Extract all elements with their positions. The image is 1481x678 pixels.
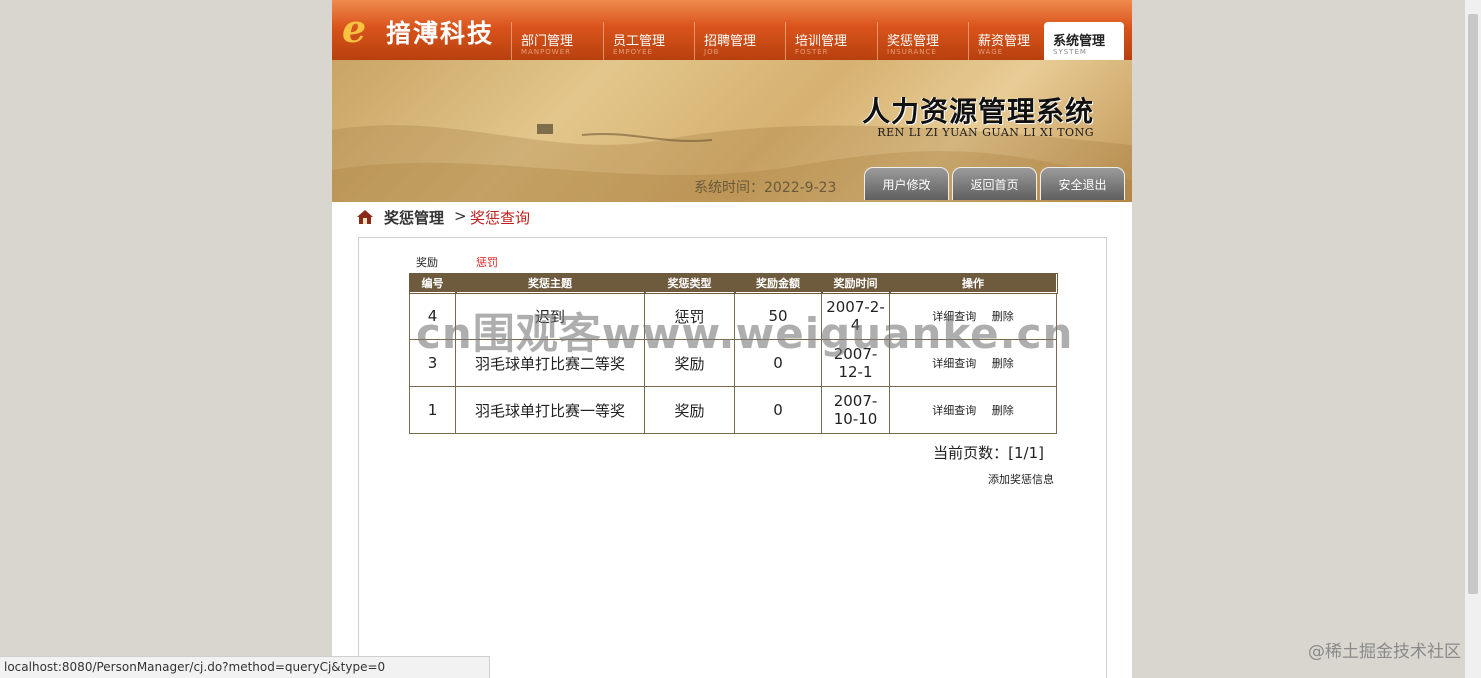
brand-name: 揞溥科技 <box>386 19 495 48</box>
cell-amount: 50 <box>734 292 822 340</box>
column-header: 奖励时间 <box>820 272 891 294</box>
cell-actions: 详细查询 删除 <box>889 386 1057 434</box>
top-nav-bar: e 揞溥科技 部门管理 MANPOWER 员工管理 EMPOYEE 招聘管理 J… <box>332 0 1132 60</box>
nav-item-rewards[interactable]: 奖惩管理 INSURANCE <box>877 22 967 60</box>
delete-link[interactable]: 删除 <box>992 310 1014 323</box>
nav-item-system[interactable]: 系统管理 SYSTEM <box>1044 22 1124 60</box>
cell-type: 奖励 <box>644 339 735 387</box>
back-home-button[interactable]: 返回首页 <box>952 167 1037 200</box>
breadcrumb-section[interactable]: 奖惩管理 <box>384 207 444 228</box>
nav-label: 培训管理 <box>795 34 848 49</box>
content-panel: 奖励 惩罚 编号 奖惩主题 奖惩类型 奖励金额 奖励时间 操作 4 迟到 惩罚 … <box>358 237 1107 678</box>
cell-time: 2007-2-4 <box>821 292 890 340</box>
cell-subject: 迟到 <box>455 292 645 340</box>
filter-reward-link[interactable]: 奖励 <box>416 254 438 270</box>
banner: 人力资源管理系统 REN LI ZI YUAN GUAN LI XI TONG … <box>332 60 1132 202</box>
table-row: 1 羽毛球单打比赛一等奖 奖励 0 2007-10-10 详细查询 删除 <box>409 386 1057 434</box>
column-header: 奖励金额 <box>733 272 823 294</box>
nav-label: 薪资管理 <box>978 34 1031 49</box>
nav-item-recruit[interactable]: 招聘管理 JOB <box>694 22 784 60</box>
nav-sublabel: SYSTEM <box>1053 48 1087 56</box>
delete-link[interactable]: 删除 <box>992 357 1014 370</box>
nav-item-training[interactable]: 培训管理 FOSTER <box>785 22 875 60</box>
cell-subject: 羽毛球单打比赛一等奖 <box>455 386 645 434</box>
cell-type: 惩罚 <box>644 292 735 340</box>
table-header-row: 编号 奖惩主题 奖惩类型 奖励金额 奖励时间 操作 <box>408 272 1058 294</box>
system-title: 人力资源管理系统 <box>861 95 1094 128</box>
column-header: 奖惩主题 <box>454 272 646 294</box>
cell-amount: 0 <box>734 386 822 434</box>
nav-sublabel: INSURANCE <box>887 48 937 56</box>
table-row: 3 羽毛球单打比赛二等奖 奖励 0 2007-12-1 详细查询 删除 <box>409 339 1057 387</box>
cell-id: 3 <box>409 339 456 387</box>
nav-label: 部门管理 <box>521 34 574 49</box>
corner-watermark: @稀土掘金技术社区 <box>1308 642 1461 662</box>
nav-item-employee[interactable]: 员工管理 EMPOYEE <box>603 22 693 60</box>
home-icon <box>357 210 373 224</box>
app-page: e 揞溥科技 部门管理 MANPOWER 员工管理 EMPOYEE 招聘管理 J… <box>332 0 1132 678</box>
cell-id: 1 <box>409 386 456 434</box>
rewards-table: 编号 奖惩主题 奖惩类型 奖励金额 奖励时间 操作 4 迟到 惩罚 50 200… <box>408 272 1058 434</box>
cell-actions: 详细查询 删除 <box>889 339 1057 387</box>
pagination-info: 当前页数：[1/1] <box>933 444 1044 462</box>
vertical-scrollbar[interactable] <box>1465 0 1481 678</box>
cell-time: 2007-10-10 <box>821 386 890 434</box>
nav-sublabel: JOB <box>704 48 720 56</box>
detail-link[interactable]: 详细查询 <box>932 310 976 323</box>
filter-punish-link[interactable]: 惩罚 <box>476 254 498 270</box>
logo-icon: e <box>342 6 367 51</box>
nav-sublabel: FOSTER <box>795 48 829 56</box>
delete-link[interactable]: 删除 <box>992 404 1014 417</box>
cell-time: 2007-12-1 <box>821 339 890 387</box>
nav-sublabel: EMPOYEE <box>613 48 653 56</box>
cell-type: 奖励 <box>644 386 735 434</box>
edit-user-button[interactable]: 用户修改 <box>864 167 949 200</box>
breadcrumb-current: 奖惩查询 <box>470 209 531 227</box>
system-subtitle: REN LI ZI YUAN GUAN LI XI TONG <box>877 126 1094 139</box>
nav-label: 招聘管理 <box>704 34 757 49</box>
column-header: 奖惩类型 <box>643 272 736 294</box>
nav-sublabel: WAGE <box>978 48 1004 56</box>
table-row: 4 迟到 惩罚 50 2007-2-4 详细查询 删除 <box>409 292 1057 340</box>
cell-id: 4 <box>409 292 456 340</box>
cell-actions: 详细查询 删除 <box>889 292 1057 340</box>
cell-amount: 0 <box>734 339 822 387</box>
detail-link[interactable]: 详细查询 <box>932 404 976 417</box>
nav-label: 系统管理 <box>1053 34 1106 49</box>
logout-button[interactable]: 安全退出 <box>1040 167 1125 200</box>
system-time: 系统时间：2022-9-23 <box>694 180 837 196</box>
add-reward-link[interactable]: 添加奖惩信息 <box>988 471 1054 487</box>
nav-label: 员工管理 <box>613 34 666 49</box>
nav-sublabel: MANPOWER <box>521 48 572 56</box>
status-bar-url: localhost:8080/PersonManager/cj.do?metho… <box>0 656 490 678</box>
nav-label: 奖惩管理 <box>887 34 940 49</box>
cell-subject: 羽毛球单打比赛二等奖 <box>455 339 645 387</box>
scrollbar-thumb[interactable] <box>1468 14 1478 594</box>
breadcrumb-separator: > <box>454 207 467 225</box>
nav-item-department[interactable]: 部门管理 MANPOWER <box>511 22 601 60</box>
column-header: 编号 <box>408 272 457 294</box>
detail-link[interactable]: 详细查询 <box>932 357 976 370</box>
column-header: 操作 <box>888 272 1058 294</box>
